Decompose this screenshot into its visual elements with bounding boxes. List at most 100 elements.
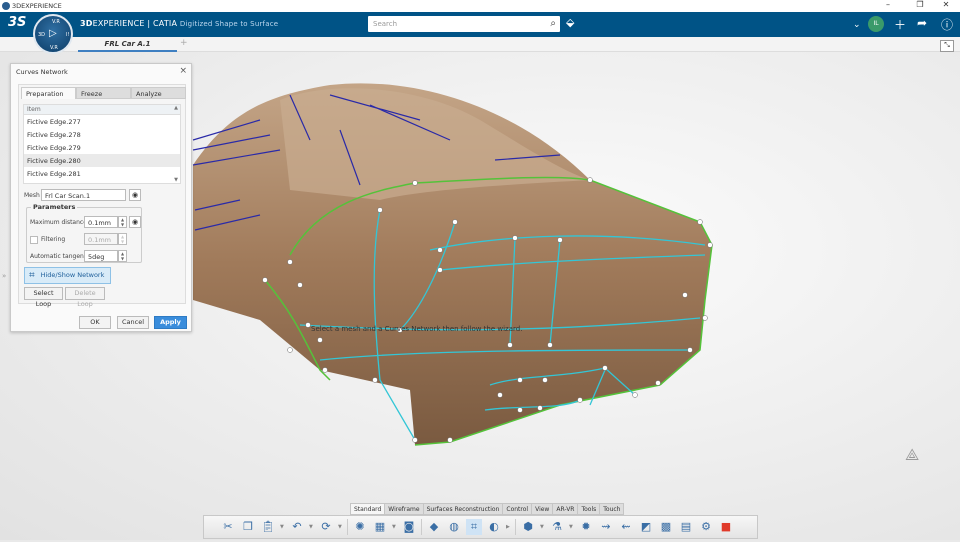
network-icon: ⌗: [29, 270, 35, 281]
tag-icon[interactable]: ⬙: [566, 16, 574, 29]
tab-surfaces-reconstruction[interactable]: Surfaces Reconstruction: [422, 503, 503, 515]
plus-icon[interactable]: ＋: [894, 16, 906, 33]
list-scrollbar[interactable]: ▲ ▼: [172, 105, 180, 183]
window-title: 3DEXPERIENCE: [12, 2, 62, 10]
list-item[interactable]: Fictive Edge.278: [24, 128, 180, 141]
parameters-title: Parameters: [31, 203, 78, 211]
compass-bottom: V.R: [50, 45, 58, 51]
eye-icon[interactable]: ◉: [129, 189, 141, 201]
delete-loop-button[interactable]: Delete Loop: [65, 287, 105, 308]
layout-icon[interactable]: ▦: [372, 519, 388, 535]
tangency-field[interactable]: 5deg: [84, 250, 118, 262]
avatar[interactable]: IL: [868, 16, 884, 32]
add-tab-button[interactable]: +: [180, 38, 188, 48]
cube-icon[interactable]: ⬢: [520, 519, 536, 535]
list-header: Item: [24, 105, 180, 115]
sphere-mesh-icon[interactable]: ◍: [446, 519, 462, 535]
filtering-checkbox[interactable]: [30, 236, 38, 244]
axis-compass-icon[interactable]: ⟁: [905, 445, 919, 465]
tangency-label: Automatic tangency: [30, 253, 91, 260]
tab-ar-vr[interactable]: AR-VR: [552, 503, 578, 515]
tab-bar: FRL Car A.1 +: [0, 37, 960, 52]
max-distance-stepper[interactable]: ▲ ▼: [118, 216, 127, 228]
eye-icon[interactable]: ◉: [129, 216, 141, 228]
tab-freeze[interactable]: Freeze: [76, 87, 131, 99]
action-bar-tabs: Standard Wireframe Surfaces Reconstructi…: [350, 503, 625, 515]
window-title-bar: 3DEXPERIENCE – ❐ ✕: [0, 0, 960, 12]
tab-touch[interactable]: Touch: [599, 503, 625, 515]
section-icon[interactable]: ◩: [638, 519, 654, 535]
update-icon[interactable]: ⟳: [318, 519, 334, 535]
copy-icon[interactable]: ❐: [240, 519, 256, 535]
tab-tools[interactable]: Tools: [577, 503, 600, 515]
blend-icon[interactable]: ⇜: [618, 519, 634, 535]
mesh-surface-icon[interactable]: ◆: [426, 519, 442, 535]
ds-logo-icon[interactable]: 3S: [8, 15, 26, 30]
app-logo-icon: [2, 2, 10, 10]
curves-network-icon[interactable]: ⌗: [466, 519, 482, 535]
camera-icon[interactable]: ◙: [401, 519, 417, 535]
play-icon[interactable]: ▷: [49, 28, 57, 39]
compass-widget[interactable]: V.R 3D ▷ I! V.R: [33, 14, 73, 54]
help-icon[interactable]: ⓘ: [941, 16, 953, 33]
close-icon[interactable]: ×: [179, 66, 187, 76]
undo-icon[interactable]: ↶: [289, 519, 305, 535]
max-distance-label: Maximum distance: [30, 219, 87, 226]
dialog-title: Curves Network: [16, 68, 68, 76]
cancel-button[interactable]: Cancel: [117, 316, 149, 329]
filtering-label: Filtering: [41, 236, 66, 243]
compass-top: V.R: [52, 19, 60, 25]
brand-title: 3DEXPERIENCE | CATIA Digitized Shape to …: [80, 19, 279, 28]
share-icon[interactable]: ➦: [917, 16, 927, 30]
list-item[interactable]: Fictive Edge.279: [24, 141, 180, 154]
apply-button[interactable]: Apply: [154, 316, 187, 329]
list-item[interactable]: Fictive Edge.277: [24, 115, 180, 128]
page-icon[interactable]: ▤: [678, 519, 694, 535]
header: 3S 3DEXPERIENCE | CATIA Digitized Shape …: [0, 12, 960, 37]
search-icon[interactable]: ⌕: [550, 18, 556, 29]
curves-network-dialog: Curves Network × Preparation Freeze Anal…: [10, 63, 192, 332]
tools-icon[interactable]: ⚙: [698, 519, 714, 535]
hide-show-network-button[interactable]: ⌗ Hide/Show Network: [24, 267, 111, 284]
close-button[interactable]: ✕: [936, 0, 956, 9]
dialog-panel: Preparation Freeze Analyze Item Fictive …: [18, 84, 186, 308]
tab-analyze[interactable]: Analyze: [131, 87, 186, 99]
tab-wireframe[interactable]: Wireframe: [384, 503, 423, 515]
list-item[interactable]: Fictive Edge.280: [24, 154, 180, 167]
item-list[interactable]: Item Fictive Edge.277 Fictive Edge.278 F…: [23, 104, 181, 184]
collapse-icon[interactable]: ⤡: [940, 40, 954, 52]
surface-fit-icon[interactable]: ◐: [486, 519, 502, 535]
search-input[interactable]: Search ⌕: [368, 16, 560, 32]
mesh-label: Mesh: [24, 192, 40, 199]
filtering-stepper[interactable]: ▲ ▼: [118, 233, 127, 245]
mesh-field[interactable]: Frl Car Scan.1: [41, 189, 126, 201]
parameters-group: Parameters Maximum distance 0.1mm ▲ ▼ ◉ F…: [26, 203, 142, 263]
wizard-hint: Select a mesh and a Curves Network then …: [311, 325, 523, 333]
compass-right: I!: [66, 32, 70, 38]
compass-left: 3D: [38, 32, 46, 38]
max-distance-field[interactable]: 0.1mm: [84, 216, 118, 228]
point-icon[interactable]: ✹: [578, 519, 594, 535]
minimize-button[interactable]: –: [878, 0, 898, 9]
expand-panel-icon[interactable]: »: [2, 272, 6, 280]
cut-icon[interactable]: ✂: [220, 519, 236, 535]
action-bar: ✂ ❐ 📋︎ ▼ ↶ ▼ ⟳ ▼ ✺ ▦ ▼ ◙ ◆ ◍ ⌗ ◐ ▶ ⬢ ▼ ⚗ ▼ ✹ ⇝ …: [203, 515, 758, 539]
ok-button[interactable]: OK: [79, 316, 111, 329]
list-item[interactable]: Fictive Edge.281: [24, 167, 180, 180]
analysis-cube-icon[interactable]: ■: [718, 519, 734, 535]
paste-icon[interactable]: 📋︎: [260, 519, 276, 535]
chevron-down-icon[interactable]: ⌄: [853, 20, 861, 30]
restore-button[interactable]: ❐: [910, 0, 930, 9]
tangency-stepper[interactable]: ▲ ▼: [118, 250, 127, 262]
tab-preparation[interactable]: Preparation: [21, 87, 76, 99]
tab-control[interactable]: Control: [502, 503, 532, 515]
filtering-field[interactable]: 0.1mm: [84, 233, 118, 245]
select-loop-button[interactable]: Select Loop: [24, 287, 63, 308]
tab-view[interactable]: View: [531, 503, 553, 515]
grid-icon[interactable]: ▩: [658, 519, 674, 535]
light-icon[interactable]: ✺: [352, 519, 368, 535]
tab-standard[interactable]: Standard: [350, 503, 385, 515]
tab-frl-car[interactable]: FRL Car A.1: [78, 37, 177, 52]
projection-icon[interactable]: ⇝: [598, 519, 614, 535]
primitives-icon[interactable]: ⚗: [549, 519, 565, 535]
